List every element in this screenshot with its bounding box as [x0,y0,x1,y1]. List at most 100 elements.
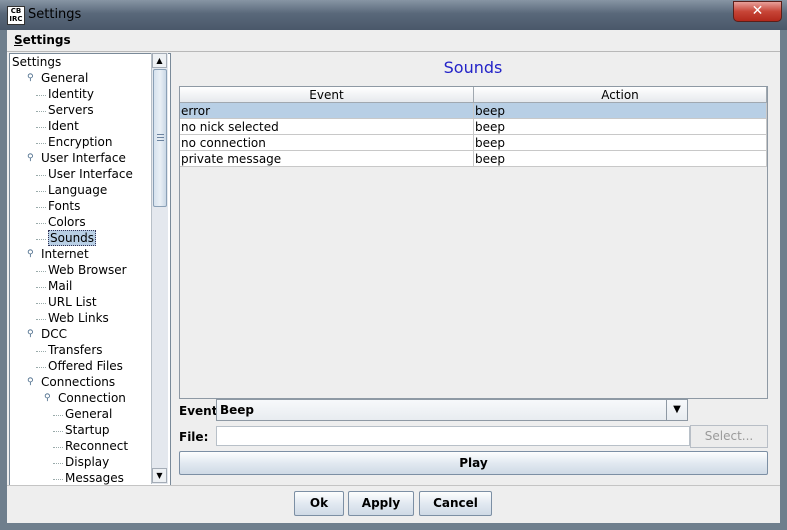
tree-connector [36,303,46,304]
tree-item-label: Connections [41,375,116,389]
tree-item-connection[interactable]: ⚲ Connection [44,391,126,406]
action-cell: beep [474,135,767,151]
column-header-event[interactable]: Event [180,87,474,103]
action-cell: beep [474,151,767,167]
tree-item-messages[interactable]: Messages [53,471,124,485]
tree-item-user-interface[interactable]: User Interface [36,167,133,182]
ok-button-label: Ok [309,496,329,510]
expand-handle-icon[interactable]: ⚲ [27,247,34,259]
apply-button-label: Apply [361,496,401,510]
tree-item-label: General [41,71,89,85]
tree-item-label: Startup [65,423,110,437]
tree-item-label: Identity [48,87,94,101]
expand-handle-icon[interactable]: ⚲ [27,71,34,83]
tree-item-label: Web Browser [48,263,127,277]
tree-item-general[interactable]: ⚲ General [27,71,88,86]
tree-connector [53,447,63,448]
tree-item-label: Encryption [48,135,113,149]
scroll-thumb[interactable] [153,69,167,207]
tree-item-mail[interactable]: Mail [36,279,72,294]
tree-item-startup[interactable]: Startup [53,423,110,438]
chevron-down-icon[interactable]: ▼ [666,400,687,420]
tree-item-label: Connection [58,391,126,405]
tree-item-dcc[interactable]: ⚲ DCC [27,327,67,342]
expand-handle-icon[interactable]: ⚲ [44,391,51,403]
tree-item-user-interface[interactable]: ⚲ User Interface [27,151,126,166]
tree-connector [36,271,46,272]
dialog-body: Settings Settings ⚲ General Identity Servers… [7,30,780,523]
table-row[interactable]: error beep [180,103,767,119]
tree-item-ident[interactable]: Ident [36,119,79,134]
tree-item-url-list[interactable]: URL List [36,295,97,310]
tree-root[interactable]: Settings [12,55,61,70]
tree-item-connections[interactable]: ⚲ Connections [27,375,115,390]
play-button[interactable]: Play [179,451,768,475]
tree-item-web-links[interactable]: Web Links [36,311,109,326]
column-header-action[interactable]: Action [474,87,767,103]
action-cell: beep [474,119,767,135]
cancel-button-label: Cancel [433,496,478,510]
expand-handle-icon[interactable]: ⚲ [27,375,34,387]
close-button[interactable]: ✕ [733,1,782,22]
tree-item-transfers[interactable]: Transfers [36,343,103,358]
tree-connector [36,127,46,128]
tree-item-fonts[interactable]: Fonts [36,199,80,214]
tree-item-sounds[interactable]: Sounds [36,230,97,246]
tree-item-encryption[interactable]: Encryption [36,135,113,150]
tree-connector [36,319,46,320]
table-row[interactable]: no nick selected beep [180,119,767,135]
tree-item-identity[interactable]: Identity [36,87,94,102]
expand-handle-icon[interactable]: ⚲ [27,151,34,163]
tree-item-label: Sounds [48,230,97,246]
page-title: Sounds [443,58,503,77]
menu-bar: Settings [7,30,780,52]
tree-item-display[interactable]: Display [53,455,109,470]
tree-connector [36,111,46,112]
tree-connector [53,431,63,432]
tree-item-colors[interactable]: Colors [36,215,86,230]
event-dropdown-value: Beep [220,403,255,417]
ok-button[interactable]: Ok [294,491,344,516]
tree-item-label: Colors [48,215,86,229]
file-label: File: [179,430,209,444]
tree-connector [36,287,46,288]
action-cell: beep [474,103,767,119]
tree-item-label: User Interface [41,151,126,165]
table-row[interactable]: no connection beep [180,135,767,151]
window-title: Settings [28,7,82,22]
event-cell: no nick selected [180,119,474,135]
tree-item-label: Internet [41,247,89,261]
expand-handle-icon[interactable]: ⚲ [27,327,34,339]
table-row[interactable]: private message beep [180,151,767,167]
tree-item-label: User Interface [48,167,133,181]
apply-button[interactable]: Apply [348,491,414,516]
tree-item-label: Transfers [48,343,103,357]
tree-item-language[interactable]: Language [36,183,108,198]
tree-item-reconnect[interactable]: Reconnect [53,439,128,454]
tree-item-label: Language [48,183,108,197]
scroll-up-icon[interactable]: ▲ [152,53,167,68]
tree-item-general[interactable]: General [53,407,113,422]
play-button-label: Play [459,456,488,470]
tree-item-offered-files[interactable]: Offered Files [36,359,123,374]
tree-item-web-browser[interactable]: Web Browser [36,263,127,278]
event-dropdown[interactable]: Beep ▼ [216,399,688,421]
tree-item-label: General [65,407,113,421]
cancel-button[interactable]: Cancel [419,491,492,516]
tree-item-internet[interactable]: ⚲ Internet [27,247,89,262]
scroll-down-icon[interactable]: ▼ [152,468,167,483]
divider [7,485,780,486]
menu-item-settings[interactable]: Settings [14,33,71,47]
tree-item-label: Offered Files [48,359,123,373]
tree-connector [36,207,46,208]
tree-connector [36,223,46,224]
tree-connector [53,479,63,480]
tree-item-label: Web Links [48,311,109,325]
tree-item-label: Servers [48,103,94,117]
tree-connector [36,367,46,368]
select-file-button[interactable]: Select... [690,425,768,448]
file-field[interactable] [216,426,690,446]
tree-scrollbar[interactable]: ▲ ▼ [151,53,168,484]
tree-item-servers[interactable]: Servers [36,103,94,118]
event-cell: no connection [180,135,474,151]
